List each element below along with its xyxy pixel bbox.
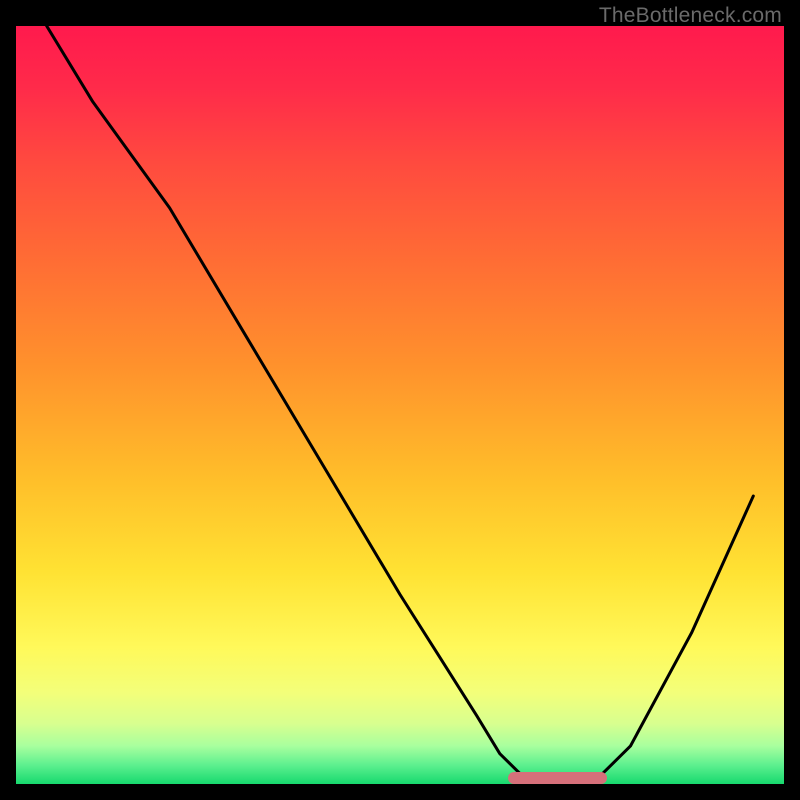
gradient-background	[16, 26, 784, 784]
optimal-range-marker	[508, 772, 608, 784]
watermark-text: TheBottleneck.com	[599, 4, 782, 28]
bottleneck-chart	[16, 26, 784, 784]
chart-frame	[16, 26, 784, 784]
